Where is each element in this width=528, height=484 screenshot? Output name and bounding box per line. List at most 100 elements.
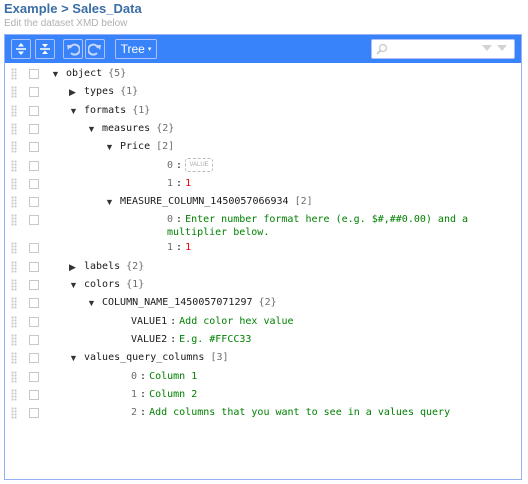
node-key[interactable]: colors: [84, 279, 120, 290]
row-checkbox[interactable]: [29, 334, 39, 345]
drag-handle-icon[interactable]: [11, 388, 17, 401]
collapse-toggle-icon[interactable]: ▼: [69, 278, 79, 292]
drag-handle-icon[interactable]: [11, 279, 17, 291]
row-checkbox[interactable]: [29, 123, 39, 134]
search-input[interactable]: [392, 41, 472, 57]
drag-handle-icon[interactable]: [11, 141, 17, 154]
tree-row[interactable]: ▼ Price [2]: [5, 138, 521, 156]
node-value[interactable]: Column 1: [149, 371, 197, 382]
row-checkbox[interactable]: [29, 178, 39, 189]
tree-row[interactable]: 1: Column 2: [5, 386, 521, 404]
collapse-toggle-icon[interactable]: ▼: [51, 67, 61, 81]
row-checkbox[interactable]: [29, 215, 39, 226]
drag-handle-icon[interactable]: [11, 333, 17, 346]
node-key[interactable]: values_query_columns: [84, 352, 204, 363]
tree-row[interactable]: 2: Add columns that you want to see in a …: [5, 404, 521, 422]
node-value[interactable]: Enter number format here (e.g. $#,##0.00…: [167, 214, 468, 238]
node-key[interactable]: VALUE1: [131, 316, 167, 327]
collapse-toggle-icon[interactable]: ▼: [87, 122, 97, 136]
drag-handle-icon[interactable]: [11, 315, 17, 328]
tree-row[interactable]: ▼ object {5}: [5, 65, 521, 83]
search-previous-icon[interactable]: [497, 45, 507, 51]
key-value-separator: :: [170, 315, 177, 327]
collapse-toggle-icon[interactable]: ▼: [105, 140, 115, 154]
row-checkbox[interactable]: [29, 371, 39, 382]
breadcrumb[interactable]: Example > Sales_Data: [4, 1, 524, 16]
row-checkbox[interactable]: [29, 316, 39, 327]
tree-row[interactable]: ▼ colors {1}: [5, 276, 521, 294]
collapse-toggle-icon[interactable]: ▼: [69, 104, 79, 118]
drag-handle-icon[interactable]: [11, 68, 17, 80]
tree-row[interactable]: 0: Column 1: [5, 368, 521, 386]
collapse-all-button[interactable]: [35, 39, 55, 59]
drag-handle-icon[interactable]: [11, 196, 17, 209]
drag-handle-icon[interactable]: [11, 104, 17, 117]
empty-value-placeholder[interactable]: VALUE: [185, 157, 214, 172]
key-value-separator: :: [176, 159, 183, 171]
row-checkbox[interactable]: [29, 261, 39, 272]
node-key[interactable]: VALUE2: [131, 334, 167, 345]
tree-row[interactable]: 1:1: [5, 175, 521, 193]
tree-row[interactable]: 1:1: [5, 239, 521, 257]
tree-row[interactable]: ▼ MEASURE_COLUMN_1450057066934 [2]: [5, 193, 521, 211]
drag-handle-icon[interactable]: [11, 242, 17, 255]
node-key[interactable]: types: [84, 86, 114, 97]
node-key[interactable]: object: [66, 68, 102, 79]
tree-row[interactable]: 0: VALUE: [5, 157, 521, 175]
node-value[interactable]: 1: [185, 178, 191, 189]
node-key[interactable]: formats: [84, 105, 126, 116]
node-key[interactable]: MEASURE_COLUMN_1450057066934: [120, 196, 289, 207]
row-checkbox[interactable]: [29, 69, 39, 79]
collapse-toggle-icon[interactable]: ▼: [69, 351, 79, 365]
row-checkbox[interactable]: [29, 243, 39, 254]
redo-button[interactable]: [85, 39, 105, 59]
drag-handle-icon[interactable]: [11, 260, 17, 273]
row-checkbox[interactable]: [29, 389, 39, 400]
drag-handle-icon[interactable]: [11, 86, 17, 99]
expand-toggle-icon[interactable]: ▶: [69, 260, 79, 274]
row-checkbox[interactable]: [29, 87, 39, 98]
node-key[interactable]: measures: [102, 123, 150, 134]
mode-selector[interactable]: Tree ▾: [115, 39, 157, 59]
tree-row[interactable]: VALUE1: Add color hex value: [5, 313, 521, 331]
drag-handle-icon[interactable]: [11, 177, 17, 190]
expand-toggle-icon[interactable]: ▶: [69, 85, 79, 99]
node-value[interactable]: 1: [185, 242, 191, 253]
search-next-icon[interactable]: [482, 45, 492, 51]
drag-handle-icon[interactable]: [11, 159, 17, 172]
node-key[interactable]: Price: [120, 141, 150, 152]
node-value[interactable]: Column 2: [149, 389, 197, 400]
row-checkbox[interactable]: [29, 280, 39, 290]
collapse-toggle-icon[interactable]: ▼: [105, 195, 115, 209]
tree-row[interactable]: ▼ COLUMN_NAME_1450057071297 {2}: [5, 294, 521, 312]
node-key[interactable]: labels: [84, 261, 120, 272]
node-value[interactable]: Add columns that you want to see in a va…: [149, 407, 450, 418]
row-checkbox[interactable]: [29, 142, 39, 153]
row-checkbox[interactable]: [29, 298, 39, 309]
row-checkbox[interactable]: [29, 105, 39, 116]
row-checkbox[interactable]: [29, 408, 39, 419]
expand-all-button[interactable]: [11, 39, 31, 59]
row-checkbox[interactable]: [29, 353, 39, 364]
drag-handle-icon[interactable]: [11, 297, 17, 310]
collapse-toggle-icon[interactable]: ▼: [87, 296, 97, 310]
tree-row[interactable]: ▼ measures {2}: [5, 120, 521, 138]
drag-handle-icon[interactable]: [11, 352, 17, 365]
row-checkbox[interactable]: [29, 160, 39, 171]
tree-row[interactable]: ▶ labels {2}: [5, 258, 521, 276]
tree-row[interactable]: ▼ formats {1}: [5, 102, 521, 120]
tree-row[interactable]: VALUE2: E.g. #FFCC33: [5, 331, 521, 349]
drag-handle-icon[interactable]: [11, 407, 17, 420]
node-value[interactable]: E.g. #FFCC33: [179, 334, 251, 345]
undo-button[interactable]: [63, 39, 83, 59]
tree-row[interactable]: ▶ types {1}: [5, 83, 521, 101]
search-box[interactable]: [371, 39, 515, 59]
node-key[interactable]: COLUMN_NAME_1450057071297: [102, 297, 253, 308]
tree-row[interactable]: ▼ values_query_columns [3]: [5, 349, 521, 367]
node-value[interactable]: Add color hex value: [179, 316, 293, 327]
drag-handle-icon[interactable]: [11, 122, 17, 135]
drag-handle-icon[interactable]: [11, 214, 17, 227]
row-checkbox[interactable]: [29, 197, 39, 208]
tree-row[interactable]: 0: Enter number format here (e.g. $#,##0.…: [5, 211, 521, 239]
drag-handle-icon[interactable]: [11, 370, 17, 383]
